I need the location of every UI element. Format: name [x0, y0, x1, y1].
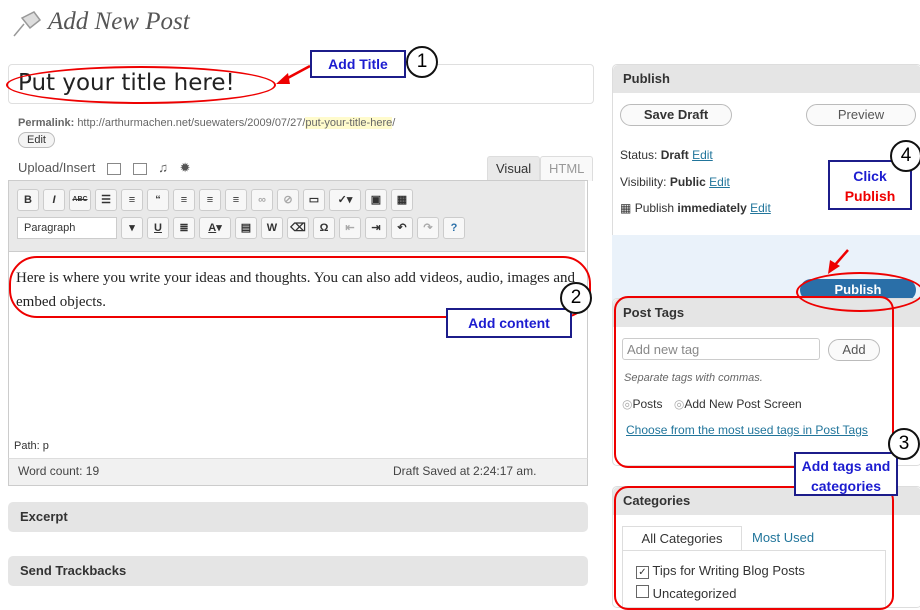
step-3-badge: 3: [888, 428, 920, 460]
callout-publish-label: Publish: [844, 188, 896, 204]
step-1-badge: 1: [406, 46, 438, 78]
callout-tags-line2: categories: [810, 478, 882, 494]
step-2-badge: 2: [560, 282, 592, 314]
callout-add-tags: Add tags and categories: [794, 452, 898, 496]
callout-add-title: Add Title: [310, 50, 406, 78]
step-4-badge: 4: [890, 140, 920, 172]
callout-tags-line1: Add tags and: [801, 458, 891, 474]
annotation-arrows: [276, 64, 849, 274]
callout-add-content: Add content: [446, 308, 572, 338]
